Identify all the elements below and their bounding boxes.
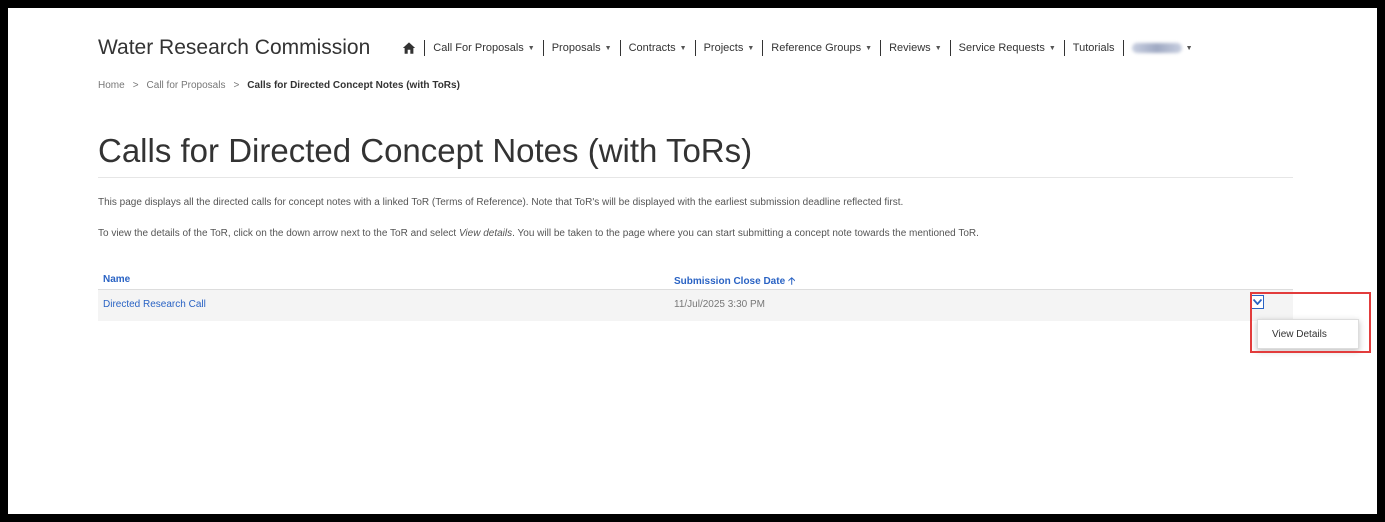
caret-down-icon: ▼ bbox=[865, 44, 873, 52]
top-navigation: Water Research Commission Call For Propo… bbox=[98, 32, 1201, 64]
breadcrumb-current: Calls for Directed Concept Notes (with T… bbox=[247, 80, 460, 91]
nav-item-service-requests[interactable]: Service Requests ▼ bbox=[951, 42, 1064, 54]
page-description: This page displays all the directed call… bbox=[98, 197, 904, 208]
nav-item-call-for-proposals[interactable]: Call For Proposals ▼ bbox=[425, 42, 542, 54]
table-row: Directed Research Call 11/Jul/2025 3:30 … bbox=[98, 290, 1359, 349]
breadcrumb-separator: > bbox=[233, 80, 240, 91]
sort-ascending-icon: 🡡 bbox=[788, 276, 796, 287]
home-nav-item[interactable] bbox=[394, 41, 424, 55]
caret-down-icon: ▼ bbox=[747, 44, 755, 52]
breadcrumb: Home > Call for Proposals > Calls for Di… bbox=[98, 80, 460, 91]
user-menu[interactable]: ▼ bbox=[1124, 43, 1201, 53]
table-header: Name Submission Close Date 🡡 bbox=[98, 268, 1293, 290]
nav-menu: Call For Proposals ▼ Proposals ▼ Contracts… bbox=[394, 40, 1200, 56]
page-instructions: To view the details of the ToR, click on… bbox=[98, 228, 979, 239]
nav-item-reviews[interactable]: Reviews ▼ bbox=[881, 42, 950, 54]
nav-item-contracts[interactable]: Contracts ▼ bbox=[621, 42, 695, 54]
tor-table: Name Submission Close Date 🡡 Directed Res… bbox=[98, 268, 1359, 349]
nav-item-proposals[interactable]: Proposals ▼ bbox=[544, 42, 620, 54]
breadcrumb-separator: > bbox=[132, 80, 139, 91]
breadcrumb-home[interactable]: Home bbox=[98, 80, 125, 91]
breadcrumb-call-for-proposals[interactable]: Call for Proposals bbox=[147, 80, 226, 91]
caret-down-icon: ▼ bbox=[1048, 44, 1056, 52]
caret-down-icon: ▼ bbox=[679, 44, 687, 52]
annotation-highlight-box bbox=[1250, 292, 1371, 353]
title-divider bbox=[98, 177, 1293, 178]
nav-item-tutorials[interactable]: Tutorials bbox=[1065, 42, 1123, 54]
column-header-name[interactable]: Name bbox=[103, 274, 130, 285]
nav-item-projects[interactable]: Projects ▼ bbox=[696, 42, 763, 54]
caret-down-icon: ▼ bbox=[527, 44, 535, 52]
app-window: Water Research Commission Call For Propo… bbox=[8, 8, 1377, 514]
page-title: Calls for Directed Concept Notes (with T… bbox=[98, 132, 753, 169]
brand-title[interactable]: Water Research Commission bbox=[98, 36, 370, 60]
caret-down-icon: ▼ bbox=[1185, 44, 1193, 52]
nav-item-reference-groups[interactable]: Reference Groups ▼ bbox=[763, 42, 880, 54]
caret-down-icon: ▼ bbox=[604, 44, 612, 52]
column-header-submission-close-date[interactable]: Submission Close Date 🡡 bbox=[674, 274, 795, 291]
tor-name-link[interactable]: Directed Research Call bbox=[103, 299, 206, 310]
tor-close-date: 11/Jul/2025 3:30 PM bbox=[674, 299, 765, 310]
redacted-username bbox=[1131, 43, 1182, 53]
caret-down-icon: ▼ bbox=[934, 44, 942, 52]
home-icon bbox=[403, 42, 416, 54]
